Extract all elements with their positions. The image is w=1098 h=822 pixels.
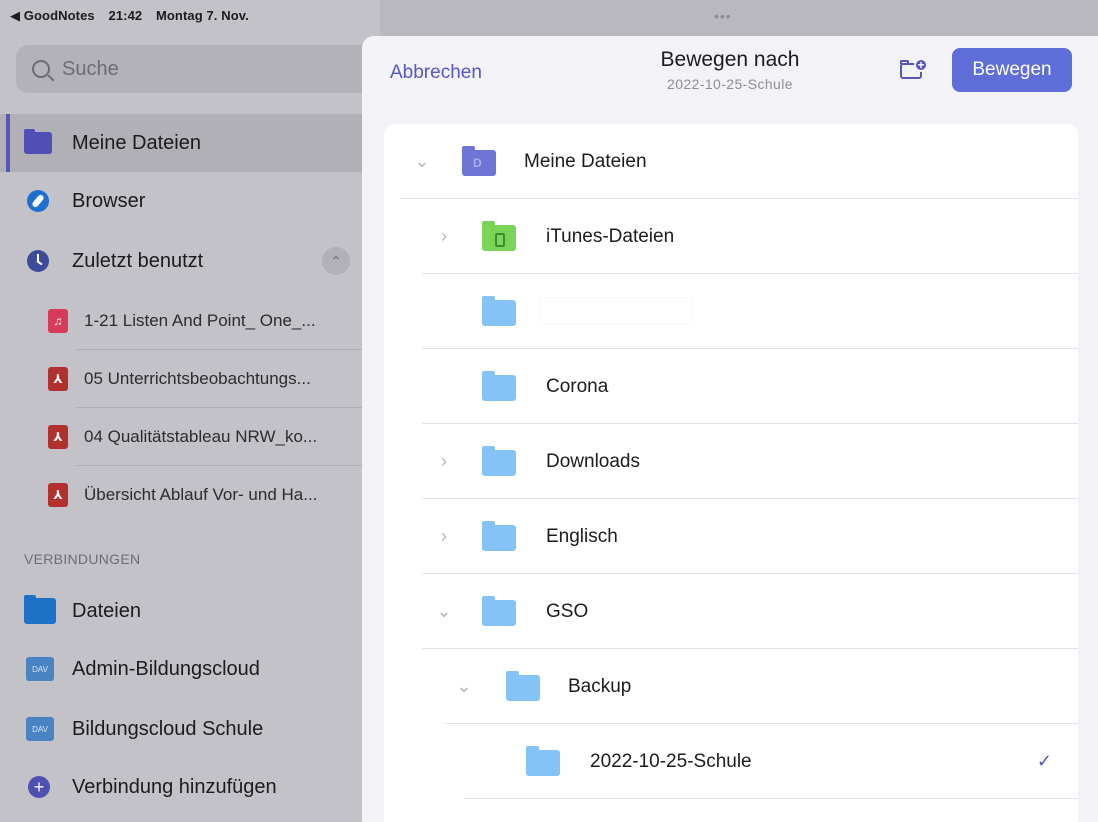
- move-to-sheet: Abbrechen Bewegen nach 2022-10-25-Schule…: [362, 36, 1098, 822]
- collapse-recent-button[interactable]: ⌃: [322, 247, 350, 275]
- connection-item-bildungscloud-schule[interactable]: DAV Bildungscloud Schule: [0, 700, 362, 758]
- move-button[interactable]: Bewegen: [952, 48, 1072, 92]
- plus-icon: +: [28, 776, 50, 798]
- connection-label: Admin-Bildungscloud: [72, 657, 260, 680]
- tree-row-downloads[interactable]: › Downloads: [384, 424, 1078, 499]
- recent-file-label: 1-21 Listen And Point_ One_...: [84, 311, 316, 330]
- files-folder-icon: [24, 595, 56, 624]
- sheet-grabber[interactable]: •••: [714, 8, 732, 24]
- recent-file-item[interactable]: ⅄ 05 Unterrichtsbeobachtungs...: [48, 350, 362, 408]
- status-time: 21:42: [108, 8, 143, 23]
- connection-item-admin-bildungscloud[interactable]: DAV Admin-Bildungscloud: [0, 640, 362, 698]
- sidebar-item-label: Meine Dateien: [72, 131, 201, 154]
- clock-icon: [27, 250, 49, 272]
- connection-label: Verbindung hinzufügen: [72, 775, 277, 798]
- connections-section-title: VERBINDUNGEN: [24, 551, 141, 567]
- music-file-icon: ♫: [48, 309, 68, 333]
- tree-row-label: Backup: [568, 675, 632, 697]
- folder-icon: [482, 296, 516, 326]
- recent-file-label: 04 Qualitätstableau NRW_ko...: [84, 427, 318, 446]
- pdf-file-icon: ⅄: [48, 483, 68, 507]
- tree-row-backup[interactable]: ⌄ Backup: [384, 649, 1078, 724]
- folder-icon: [482, 371, 516, 401]
- folder-icon: [24, 129, 52, 154]
- folder-icon: [526, 746, 560, 776]
- back-to-app-link[interactable]: ◀ GoodNotes: [10, 8, 95, 23]
- connection-label: Dateien: [72, 599, 141, 622]
- dav-folder-icon: DAV: [26, 657, 54, 681]
- tree-row-redacted[interactable]: [384, 274, 1078, 349]
- sidebar-item-label: Zuletzt benutzt: [72, 249, 204, 272]
- add-connection-item[interactable]: + Verbindung hinzufügen: [0, 758, 362, 816]
- tree-row-label: iTunes-Dateien: [546, 225, 675, 247]
- connection-label: Bildungscloud Schule: [72, 717, 264, 740]
- redacted-label: [540, 298, 692, 324]
- pdf-file-icon: ⅄: [48, 425, 68, 449]
- sidebar-item-zuletzt-benutzt[interactable]: Zuletzt benutzt ⌃: [0, 232, 362, 290]
- chevron-right-icon[interactable]: ›: [434, 226, 454, 247]
- tree-row-label: Downloads: [546, 450, 640, 472]
- tree-row-label: Corona: [546, 375, 609, 397]
- chevron-right-icon[interactable]: ›: [434, 451, 454, 472]
- folder-icon: [482, 446, 516, 476]
- search-icon: [32, 60, 50, 78]
- sidebar-item-label: Browser: [72, 189, 146, 212]
- recent-file-label: Übersicht Ablauf Vor- und Ha...: [84, 485, 318, 504]
- sidebar: ◀ GoodNotes 21:42 Montag 7. Nov. Suche M…: [0, 0, 380, 822]
- tree-row-label: Meine Dateien: [524, 150, 647, 172]
- folder-icon: [482, 521, 516, 551]
- search-placeholder: Suche: [62, 57, 119, 80]
- new-folder-button[interactable]: +: [898, 58, 928, 82]
- connection-item-dateien[interactable]: Dateien: [0, 582, 362, 640]
- status-date: Montag 7. Nov.: [155, 8, 249, 23]
- pdf-file-icon: ⅄: [48, 367, 68, 391]
- sidebar-item-browser[interactable]: Browser: [0, 172, 362, 230]
- folder-icon: [506, 671, 540, 701]
- sidebar-item-meine-dateien[interactable]: Meine Dateien: [0, 114, 362, 172]
- checkmark-icon: ✓: [1036, 751, 1052, 771]
- recent-file-item[interactable]: ⅄ 04 Qualitätstableau NRW_ko...: [48, 408, 362, 466]
- tree-row-meine-dateien[interactable]: ⌄ Meine Dateien: [384, 124, 1078, 199]
- chevron-down-icon[interactable]: ⌄: [454, 676, 474, 697]
- chevron-right-icon[interactable]: ›: [434, 526, 454, 547]
- chevron-down-icon[interactable]: ⌄: [434, 601, 454, 622]
- tree-row-englisch[interactable]: › Englisch: [384, 499, 1078, 574]
- folder-icon: [482, 596, 516, 626]
- folder-tree: ⌄ Meine Dateien › iTunes-Dateien Corona …: [384, 124, 1078, 822]
- tree-row-gso[interactable]: ⌄ GSO: [384, 574, 1078, 649]
- dav-folder-icon: DAV: [26, 717, 54, 741]
- search-field[interactable]: Suche: [16, 45, 374, 93]
- tree-row-itunes-dateien[interactable]: › iTunes-Dateien: [384, 199, 1078, 274]
- folder-icon: [482, 221, 516, 251]
- tree-row-corona[interactable]: Corona: [384, 349, 1078, 424]
- status-bar: ◀ GoodNotes 21:42 Montag 7. Nov.: [10, 8, 259, 24]
- chevron-down-icon[interactable]: ⌄: [412, 151, 432, 172]
- sheet-header: Abbrechen Bewegen nach 2022-10-25-Schule…: [362, 36, 1098, 104]
- folder-icon: [462, 146, 496, 176]
- tree-row-label: 2022-10-25-Schule: [590, 750, 752, 772]
- recent-file-item[interactable]: ♫ 1-21 Listen And Point_ One_...: [48, 292, 362, 350]
- tree-row-label: Englisch: [546, 525, 618, 547]
- recent-file-label: 05 Unterrichtsbeobachtungs...: [84, 369, 311, 388]
- tree-row-label: GSO: [546, 600, 589, 622]
- tree-row-2022-10-25-schule[interactable]: 2022-10-25-Schule ✓: [384, 724, 1078, 799]
- compass-icon: [27, 190, 49, 212]
- recent-file-item[interactable]: ⅄ Übersicht Ablauf Vor- und Ha...: [48, 466, 362, 524]
